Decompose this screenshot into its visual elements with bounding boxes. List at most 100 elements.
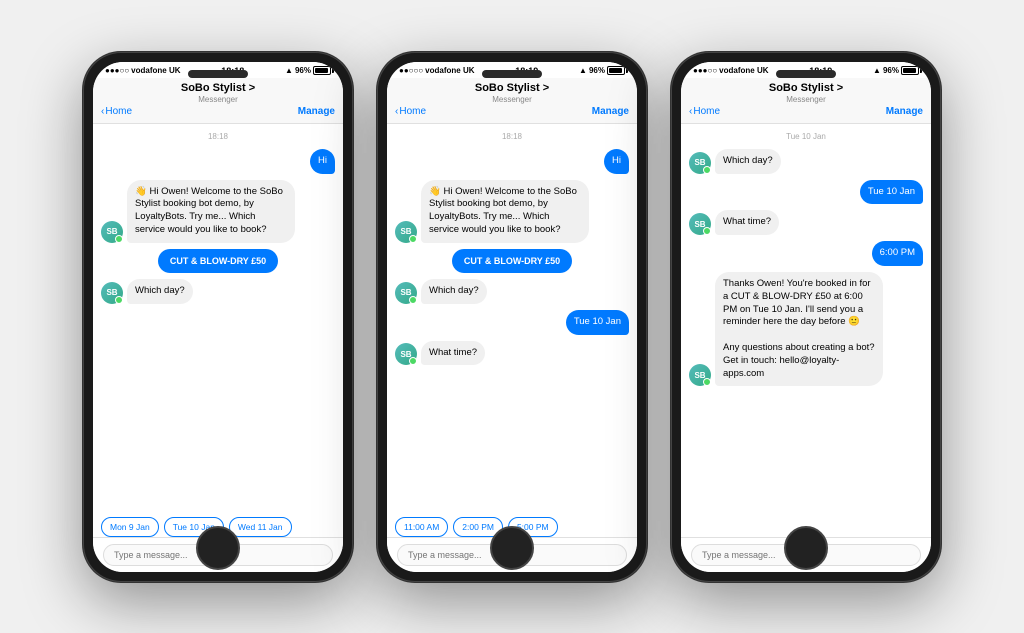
message-row-2: SBWhat time? (689, 210, 923, 235)
bubble-outgoing-0: Hi (310, 149, 335, 174)
nav-back-button[interactable]: ‹ Home (689, 106, 720, 117)
nav-bar: SoBo Stylist > Messenger ‹ Home Manage (681, 78, 931, 124)
back-label: Home (105, 106, 132, 117)
message-row-1: SB👋 Hi Owen! Welcome to the SoBo Stylist… (395, 180, 629, 243)
online-indicator (115, 296, 123, 304)
message-row-0: Hi (395, 149, 629, 174)
chip-button[interactable]: Wed 11 Jan (229, 517, 292, 537)
online-indicator (703, 378, 711, 386)
message-row-4: Tue 10 Jan (395, 310, 629, 335)
status-bar: ●●○○○ vodafone UK 18:19 ▲ 96% (387, 62, 637, 78)
chip-button[interactable]: 2:00 PM (453, 517, 503, 537)
online-indicator (703, 227, 711, 235)
action-message[interactable]: CUT & BLOW-DRY £50 (101, 249, 335, 273)
nav-back-button[interactable]: ‹ Home (101, 106, 132, 117)
chevron-left-icon: ‹ (395, 106, 398, 117)
message-row-1: Tue 10 Jan (689, 180, 923, 205)
bubble-outgoing-3: 6:00 PM (872, 241, 923, 266)
chevron-left-icon: ‹ (689, 106, 692, 117)
nav-subtitle: Messenger (395, 95, 629, 104)
time-text: 18:19 (515, 66, 538, 76)
bubble-incoming-3: Which day? (421, 279, 487, 304)
back-label: Home (693, 106, 720, 117)
chat-timestamp: 18:18 (101, 132, 335, 141)
manage-button[interactable]: Manage (886, 106, 923, 117)
bubble-incoming-4: Thanks Owen! You're booked in for a CUT … (715, 272, 883, 387)
chat-area: 18:18HiSB👋 Hi Owen! Welcome to the SoBo … (387, 124, 637, 517)
online-indicator (703, 166, 711, 174)
message-row-0: SBWhich day? (689, 149, 923, 174)
status-bar: ●●●○○ vodafone UK 18:18 ▲ 96% (93, 62, 343, 78)
time-text: 18:19 (809, 66, 832, 76)
nav-title: SoBo Stylist > (395, 82, 629, 95)
avatar-wrap: SB (689, 364, 711, 386)
battery-area: ▲ 96% (285, 66, 331, 75)
message-row-3: SBWhich day? (101, 279, 335, 304)
back-label: Home (399, 106, 426, 117)
chat-timestamp: 18:18 (395, 132, 629, 141)
bubble-outgoing-0: Hi (604, 149, 629, 174)
avatar-wrap: SB (101, 282, 123, 304)
bubble-incoming-2: What time? (715, 210, 779, 235)
nav-subtitle: Messenger (101, 95, 335, 104)
phone-2: ●●○○○ vodafone UK 18:19 ▲ 96% SoBo Styli… (377, 52, 647, 582)
action-bubble[interactable]: CUT & BLOW-DRY £50 (158, 249, 278, 273)
message-row-4: SBThanks Owen! You're booked in for a CU… (689, 272, 923, 387)
message-input-area (93, 537, 343, 572)
online-indicator (409, 235, 417, 243)
chevron-left-icon: ‹ (101, 106, 104, 117)
bubble-incoming-5: What time? (421, 341, 485, 366)
avatar-wrap: SB (395, 343, 417, 365)
bubble-incoming-0: Which day? (715, 149, 781, 174)
nav-title: SoBo Stylist > (101, 82, 335, 95)
message-row-3: SBWhich day? (395, 279, 629, 304)
action-message[interactable]: CUT & BLOW-DRY £50 (395, 249, 629, 273)
avatar-wrap: SB (689, 213, 711, 235)
avatar-wrap: SB (395, 221, 417, 243)
message-row-5: SBWhat time? (395, 341, 629, 366)
battery-area: ▲ 96% (579, 66, 625, 75)
message-input[interactable] (103, 544, 333, 566)
message-input[interactable] (397, 544, 627, 566)
carrier-text: ●●●○○ vodafone UK (105, 66, 181, 75)
nav-subtitle: Messenger (689, 95, 923, 104)
message-input-area (387, 537, 637, 572)
message-input-area (681, 537, 931, 572)
chip-button[interactable]: Tue 10 Jan (164, 517, 224, 537)
bubble-outgoing-1: Tue 10 Jan (860, 180, 923, 205)
chips-row: Mon 9 JanTue 10 JanWed 11 Jan (93, 517, 343, 537)
bubble-incoming-1: 👋 Hi Owen! Welcome to the SoBo Stylist b… (127, 180, 295, 243)
carrier-text: ●●●○○ vodafone UK (693, 66, 769, 75)
phones-container: ●●●○○ vodafone UK 18:18 ▲ 96% SoBo Styli… (63, 32, 961, 602)
chip-button[interactable]: 11:00 AM (395, 517, 448, 537)
chat-area: Tue 10 JanSBWhich day?Tue 10 JanSBWhat t… (681, 124, 931, 537)
nav-title: SoBo Stylist > (689, 82, 923, 95)
chips-row: 11:00 AM2:00 PM5:00 PM (387, 517, 637, 537)
message-input[interactable] (691, 544, 921, 566)
nav-back-button[interactable]: ‹ Home (395, 106, 426, 117)
bubble-incoming-3: Which day? (127, 279, 193, 304)
action-bubble[interactable]: CUT & BLOW-DRY £50 (452, 249, 572, 273)
bubble-outgoing-4: Tue 10 Jan (566, 310, 629, 335)
avatar-wrap: SB (689, 152, 711, 174)
chip-button[interactable]: 5:00 PM (508, 517, 558, 537)
nav-bar: SoBo Stylist > Messenger ‹ Home Manage (93, 78, 343, 124)
online-indicator (409, 296, 417, 304)
carrier-text: ●●○○○ vodafone UK (399, 66, 475, 75)
phone-1: ●●●○○ vodafone UK 18:18 ▲ 96% SoBo Styli… (83, 52, 353, 582)
avatar-wrap: SB (101, 221, 123, 243)
avatar-wrap: SB (395, 282, 417, 304)
chip-button[interactable]: Mon 9 Jan (101, 517, 159, 537)
message-row-3: 6:00 PM (689, 241, 923, 266)
message-row-1: SB👋 Hi Owen! Welcome to the SoBo Stylist… (101, 180, 335, 243)
chat-area: 18:18HiSB👋 Hi Owen! Welcome to the SoBo … (93, 124, 343, 517)
message-row-0: Hi (101, 149, 335, 174)
manage-button[interactable]: Manage (592, 106, 629, 117)
bubble-incoming-1: 👋 Hi Owen! Welcome to the SoBo Stylist b… (421, 180, 589, 243)
battery-area: ▲ 96% (873, 66, 919, 75)
status-bar: ●●●○○ vodafone UK 18:19 ▲ 96% (681, 62, 931, 78)
manage-button[interactable]: Manage (298, 106, 335, 117)
phone-3: ●●●○○ vodafone UK 18:19 ▲ 96% SoBo Styli… (671, 52, 941, 582)
online-indicator (115, 235, 123, 243)
online-indicator (409, 357, 417, 365)
